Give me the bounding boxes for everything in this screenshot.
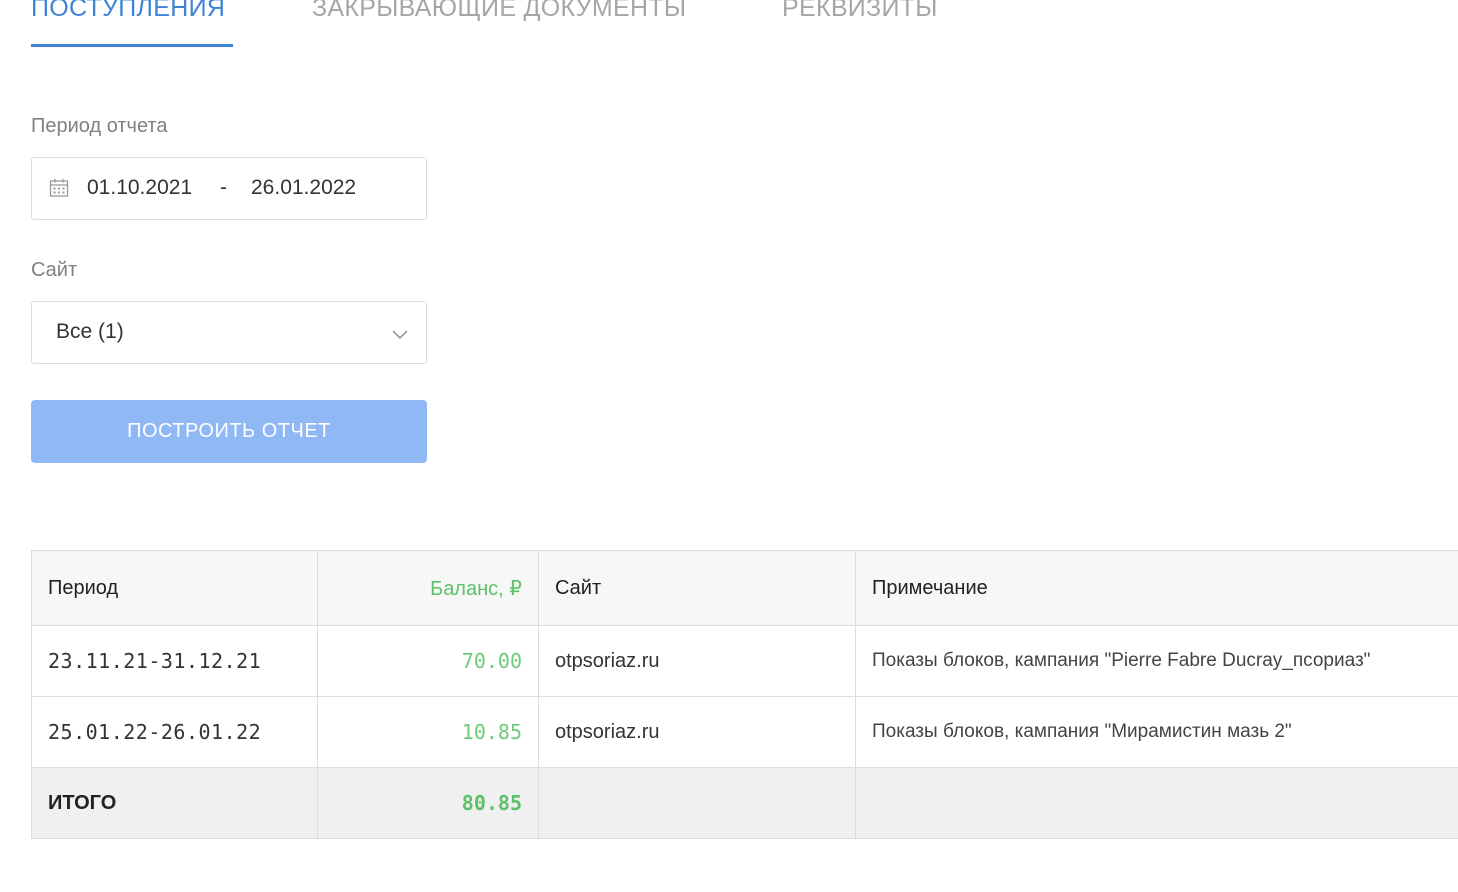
column-header-site: Сайт xyxy=(538,550,856,626)
total-site-cell xyxy=(538,767,856,839)
build-report-button[interactable]: ПОСТРОИТЬ ОТЧЕТ xyxy=(31,400,427,463)
calendar-icon xyxy=(49,179,69,197)
cell-period: 25.01.22-26.01.22 xyxy=(31,696,318,768)
total-label: ИТОГО xyxy=(31,767,318,839)
active-tab-indicator xyxy=(31,44,233,47)
table-row: 25.01.22-26.01.22 10.85 otpsoriaz.ru Пок… xyxy=(31,696,1458,768)
cell-balance: 70.00 xyxy=(317,625,539,697)
tab-requisites[interactable]: РЕКВИЗИТЫ xyxy=(782,0,938,23)
table-row: 23.11.21-31.12.21 70.00 otpsoriaz.ru Пок… xyxy=(31,625,1458,697)
column-header-period: Период xyxy=(31,550,318,626)
cell-period: 23.11.21-31.12.21 xyxy=(31,625,318,697)
site-label: Сайт xyxy=(31,259,78,281)
report-table: Период Баланс, ₽ Сайт Примечание 23.11.2… xyxy=(31,550,1458,839)
total-note-cell xyxy=(855,767,1458,839)
cell-balance: 10.85 xyxy=(317,696,539,768)
total-row: ИТОГО 80.85 xyxy=(31,767,1458,839)
cell-note: Показы блоков, кампания "Pierre Fabre Du… xyxy=(855,625,1458,697)
total-balance: 80.85 xyxy=(317,767,539,839)
column-header-balance: Баланс, ₽ xyxy=(317,550,539,626)
column-header-note: Примечание xyxy=(855,550,1458,626)
period-label: Период отчета xyxy=(31,115,168,137)
date-range-picker[interactable]: 01.10.2021 - 26.01.2022 xyxy=(31,157,427,220)
tab-closing-documents[interactable]: ЗАКРЫВАЮЩИЕ ДОКУМЕНТЫ xyxy=(312,0,686,23)
site-select-value: Все (1) xyxy=(56,320,124,343)
site-select[interactable]: Все (1) xyxy=(31,301,427,364)
cell-note: Показы блоков, кампания "Мирамистин мазь… xyxy=(855,696,1458,768)
cell-site: otpsoriaz.ru xyxy=(538,696,856,768)
date-to-input[interactable]: 26.01.2022 xyxy=(251,176,356,200)
chevron-down-icon xyxy=(392,330,408,339)
tab-receipts[interactable]: ПОСТУПЛЕНИЯ xyxy=(31,0,225,23)
cell-site: otpsoriaz.ru xyxy=(538,625,856,697)
table-header-row: Период Баланс, ₽ Сайт Примечание xyxy=(31,550,1458,626)
date-separator: - xyxy=(220,176,227,199)
date-from-input[interactable]: 01.10.2021 xyxy=(87,176,192,200)
